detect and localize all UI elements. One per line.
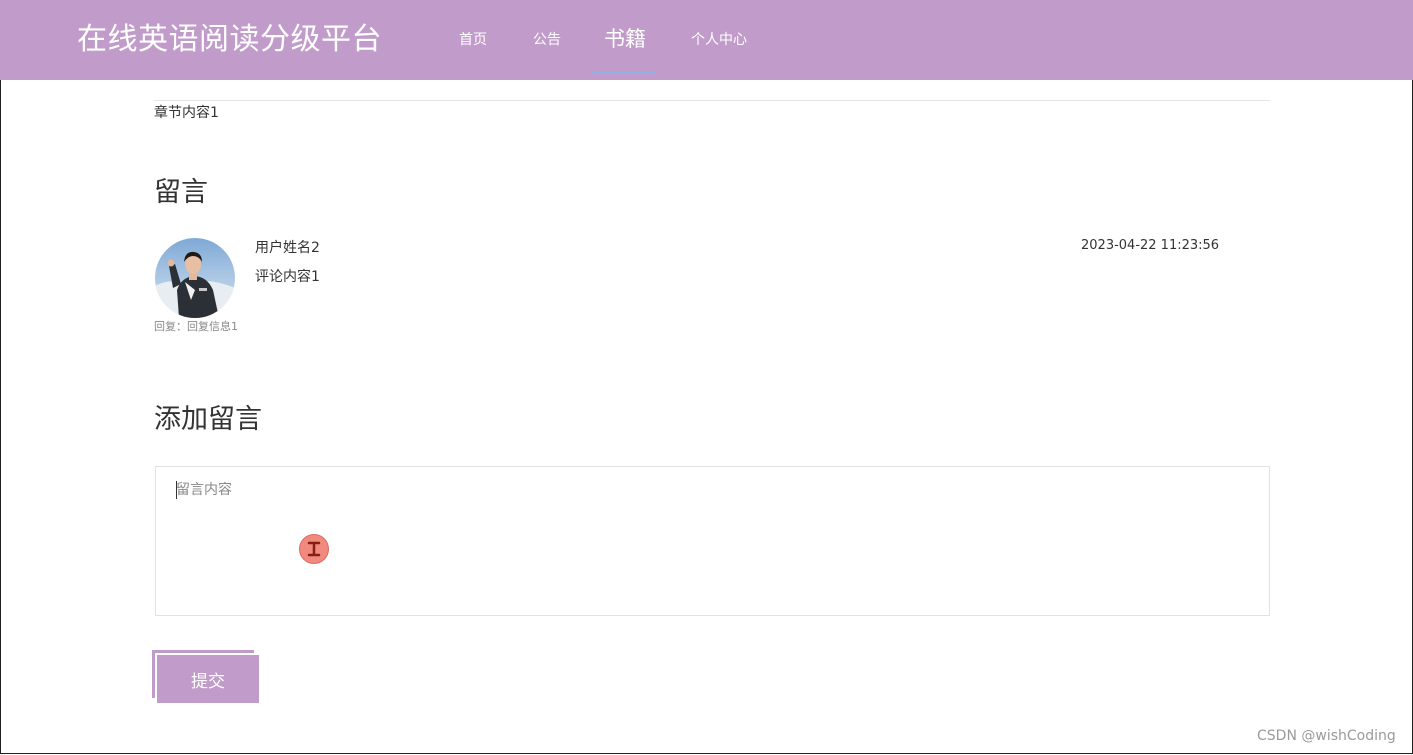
avatar	[155, 238, 235, 318]
comment-timestamp: 2023-04-22 11:23:56	[1081, 238, 1220, 253]
top-navbar: 在线英语阅读分级平台 首页 公告 书籍 个人中心	[0, 0, 1413, 80]
divider	[154, 100, 1270, 101]
chapter-content: 章节内容1	[154, 105, 219, 121]
comment-reply: 回复：回复信息1	[154, 320, 238, 333]
text-cursor-glyph	[307, 541, 321, 557]
text-cursor-icon	[299, 534, 329, 564]
comments-title: 留言	[154, 177, 208, 208]
site-title[interactable]: 在线英语阅读分级平台	[77, 20, 382, 60]
nav-home[interactable]: 首页	[459, 30, 487, 50]
comment-username: 用户姓名2	[255, 240, 320, 256]
avatar-image	[155, 238, 235, 318]
submit-button[interactable]: 提交	[157, 655, 259, 703]
nav-personal-center[interactable]: 个人中心	[691, 30, 747, 50]
watermark: CSDN @wishCoding	[1257, 728, 1396, 744]
text-caret	[176, 481, 177, 499]
nav-active-indicator	[592, 71, 656, 74]
nav-books[interactable]: 书籍	[604, 24, 646, 54]
comment-text: 评论内容1	[255, 269, 320, 285]
nav-announcements[interactable]: 公告	[533, 30, 561, 50]
add-comment-title: 添加留言	[154, 404, 262, 435]
